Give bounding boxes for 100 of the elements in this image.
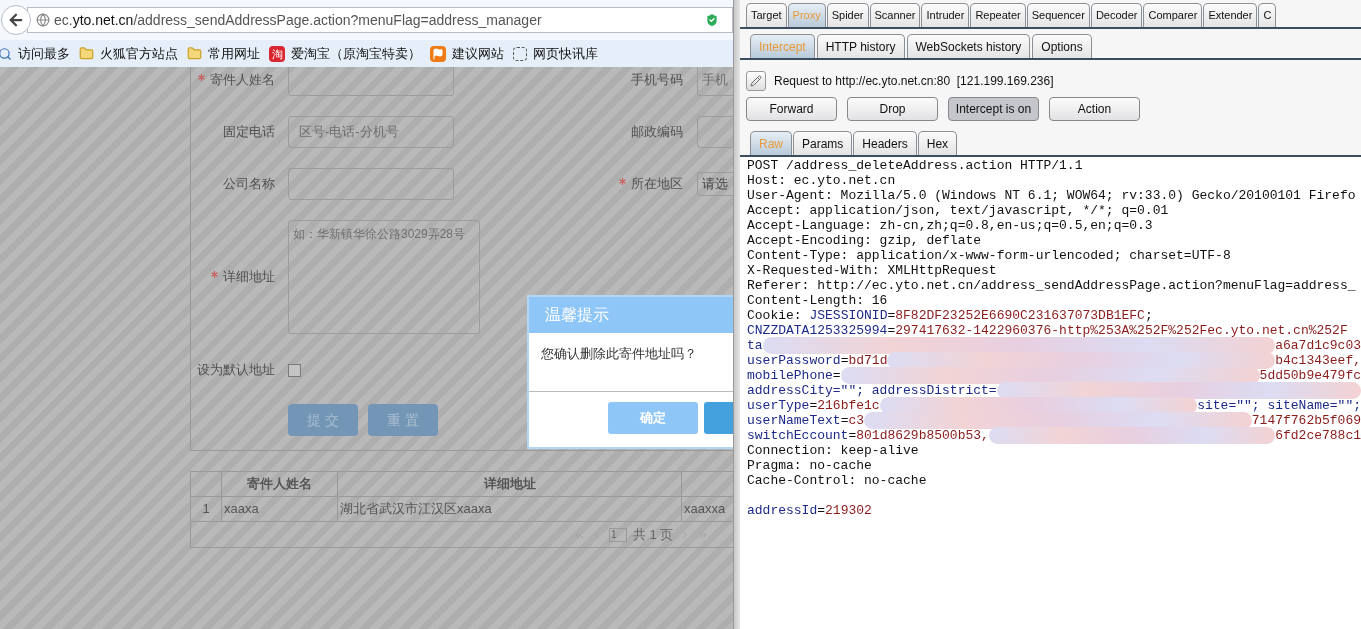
action-button[interactable]: Forward (746, 97, 837, 121)
raw-text: = (809, 398, 818, 413)
field-label: 邮政编码 (631, 123, 683, 142)
checkbox[interactable] (288, 363, 301, 377)
bookmark-link[interactable]: 建议网站 (430, 43, 504, 64)
raw-text: = (887, 308, 896, 323)
search-icon (0, 46, 12, 61)
raw-text: Cookie: (747, 308, 803, 323)
dialog-title: 温馨提示 (529, 297, 733, 333)
tab[interactable]: HTTP history (816, 34, 905, 58)
bookmark-link[interactable]: 火狐官方站点 (79, 43, 178, 64)
raw-text: Host: ec.yto.net.cn (747, 173, 896, 188)
address-field[interactable]: ec.yto.net.cn/address_sendAddressPage.action?menuFlag=address_manager (27, 7, 733, 33)
table-cell: xaaxa (222, 497, 338, 521)
raw-text: userNameText (747, 413, 841, 428)
tab[interactable]: C (1258, 3, 1277, 27)
raw-text: userPassword (747, 353, 841, 368)
raw-text: = (840, 353, 849, 368)
raw-text: bd71d (848, 353, 888, 368)
raw-text: switchEccount (747, 428, 849, 443)
raw-text: 8F82DF23252E6690C231637073DB1EFC (895, 308, 1145, 323)
request-info: Request to http://ec.yto.net.cn:80 [121.199.169.236] (774, 73, 1054, 90)
raw-text: 297417632-1422960376-http%253A%252F%252Fec.yto.net.cn%252F (895, 323, 1348, 338)
action-button[interactable]: Drop (847, 97, 938, 121)
raw-text: User-Agent: Mozilla/5.0 (Windows NT 6.1; WOW64; rv:33.0) Gecko/20100101 Firefo (747, 188, 1356, 203)
bookmark-link[interactable]: 访问最多 (0, 43, 70, 64)
url-text: ec.yto.net.cn/address_sendAddressPage.action?menuFlag=address_manager (54, 10, 542, 30)
tab[interactable]: Intruder (921, 3, 970, 27)
shield-icon (704, 12, 720, 28)
raw-text: ; (1144, 308, 1153, 323)
tab[interactable]: Decoder (1090, 3, 1143, 27)
raw-text: ta (747, 338, 763, 353)
raw-text: site=""; siteName=""; (1197, 398, 1361, 413)
raw-text: 6fd2ce788c1 (1275, 428, 1361, 443)
tab[interactable]: Scanner (869, 3, 921, 27)
raw-text: Accept: application/json, text/javascript, */*; q=0.01 (747, 203, 1169, 218)
raw-text: b4c1343eef, (1275, 353, 1361, 368)
field-label: 固定电话 (223, 123, 275, 142)
raw-text: userType (747, 398, 810, 413)
raw-text: = (817, 503, 826, 518)
tab[interactable]: Extender (1203, 3, 1258, 27)
bookmark-badge: 淘 (269, 45, 285, 62)
globe-icon (36, 13, 50, 27)
raw-text: a6a7d1c9c03 (1275, 338, 1361, 353)
flag-icon (430, 45, 446, 62)
column-header: 寄件人姓名 (222, 472, 338, 496)
field-label: 详细地址 (223, 268, 275, 287)
bookmark-link[interactable]: 常用网址 (187, 43, 260, 64)
raw-text: 5dd50b9e479fc (1259, 368, 1361, 383)
raw-text: CNZZDATA1253325994 (747, 323, 888, 338)
raw-text: = (848, 428, 857, 443)
input-field[interactable] (288, 168, 454, 200)
page-total: 共 1 页 (633, 525, 674, 544)
tab[interactable]: Comparer (1143, 3, 1203, 27)
field-label: 所在地区 (631, 175, 683, 194)
action-button[interactable]: Action (1049, 97, 1140, 121)
table-cell: 湖北省武汉市江汉区xaaxa (338, 497, 682, 521)
bookmark-link[interactable]: 淘 爱淘宝（原淘宝特卖） (269, 43, 421, 64)
raw-text: Content-Type: application/x-www-form-urlencoded; charset=UTF-8 (747, 248, 1231, 263)
bookmark-link[interactable]: 网页快讯库 (513, 43, 598, 64)
tab[interactable]: Options (1032, 34, 1092, 58)
tab[interactable]: Params (793, 131, 853, 155)
raw-text: Pragma: no-cache (747, 458, 872, 473)
tab[interactable]: Repeater (970, 3, 1026, 27)
tab[interactable]: WebSockets history (906, 34, 1031, 58)
raw-text: 7147f762b5f069 (1251, 413, 1361, 428)
raw-text: addressId (747, 503, 818, 518)
raw-text: POST /address_deleteAddress.action HTTP/1.1 (747, 158, 1083, 173)
folder-icon (79, 46, 94, 61)
raw-text: = (832, 368, 841, 383)
back-button[interactable] (1, 5, 31, 35)
raw-text: Referer: http://ec.yto.net.cn/address_sendAddressPage.action?menuFlag=address_ (747, 278, 1356, 293)
edit-button[interactable] (746, 71, 766, 91)
tab[interactable]: Headers (853, 131, 917, 155)
raw-text: Content-Length: 16 (747, 293, 888, 308)
raw-text: X-Requested-With: XMLHttpRequest (747, 263, 997, 278)
folder-icon (187, 46, 202, 61)
raw-text: Connection: keep-alive (747, 443, 919, 458)
column-header: 详细地址 (338, 472, 682, 496)
input-field[interactable] (288, 67, 454, 96)
tab[interactable]: Target (746, 3, 787, 27)
raw-text: 219302 (825, 503, 872, 518)
raw-text: c3 (848, 413, 865, 428)
raw-text: addressCity=""; addressDistrict= (747, 383, 997, 398)
action-button[interactable]: Intercept is on (948, 97, 1039, 121)
raw-text: JSESSIONID (809, 308, 888, 323)
field-label: 手机号码 (631, 71, 683, 90)
row-number: 1 (191, 497, 222, 521)
raw-text: Cache-Control: no-cache (747, 473, 927, 488)
raw-text: 216bfe1c (817, 398, 880, 413)
raw-text: mobilePhone (747, 368, 833, 383)
tab[interactable]: Sequencer (1026, 3, 1090, 27)
raw-text: Accept-Encoding: gzip, deflate (747, 233, 982, 248)
tab[interactable]: Spider (826, 3, 869, 27)
field-label: 寄件人姓名 (210, 71, 275, 90)
field-label: 公司名称 (223, 175, 275, 194)
tab[interactable]: Hex (917, 131, 958, 155)
raw-text: 801d8629b8500b53, (856, 428, 989, 443)
field-label: 设为默认地址 (197, 361, 275, 380)
raw-text: = (887, 323, 896, 338)
